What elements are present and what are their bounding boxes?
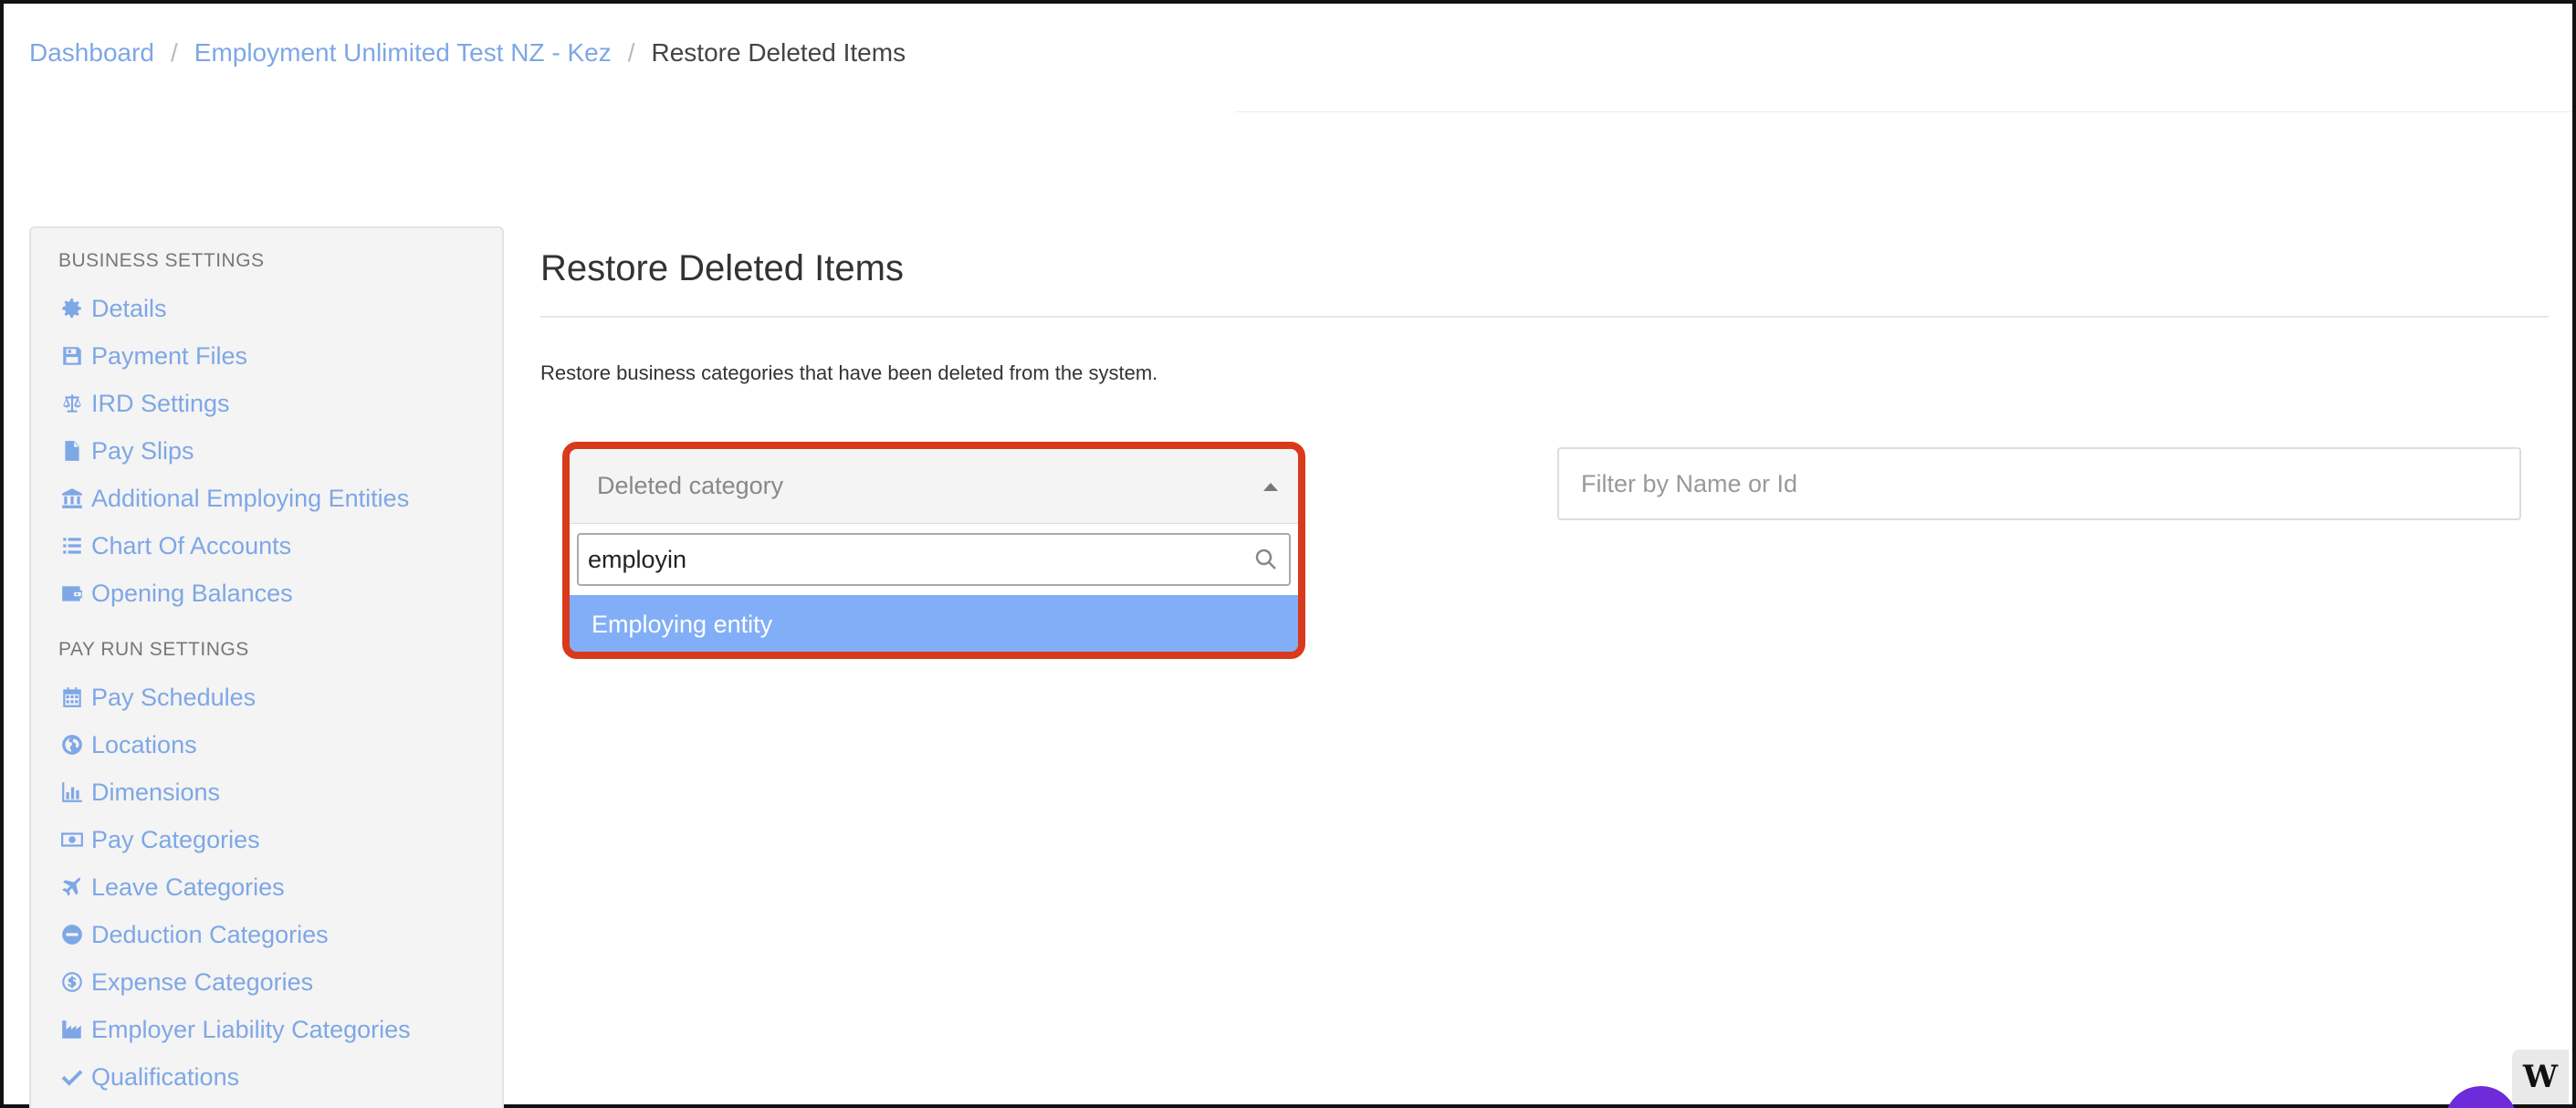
dropdown-search-field (577, 533, 1291, 586)
sidebar-item-label: Pay Categories (91, 825, 260, 853)
balance-scale-icon (58, 390, 86, 417)
sidebar-item-expense-categories[interactable]: Expense Categories (58, 958, 502, 1006)
sidebar-item-label: Opening Balances (91, 579, 293, 607)
minus-circle-icon (58, 921, 86, 948)
sidebar-heading-pay-run: PAY RUN SETTINGS (58, 639, 249, 660)
sidebar-item-pay-schedules[interactable]: Pay Schedules (58, 674, 502, 721)
sidebar-item-qualifications[interactable]: Qualifications (58, 1053, 502, 1101)
globe-icon (58, 731, 86, 758)
breadcrumb-current: Restore Deleted Items (651, 38, 906, 67)
wallet-icon (58, 580, 86, 607)
dollar-circle-icon (58, 968, 86, 996)
sidebar-item-label: Leave Categories (91, 873, 285, 901)
breadcrumb: Dashboard / Employment Unlimited Test NZ… (29, 38, 906, 68)
sidebar-item-ird-settings[interactable]: IRD Settings (58, 380, 502, 427)
header-divider (1234, 111, 2572, 112)
sidebar-item-payment-files[interactable]: Payment Files (58, 332, 502, 380)
deleted-category-dropdown: Deleted category Employing entity (562, 442, 1305, 659)
sidebar-item-label: Payment Files (91, 341, 248, 370)
calendar-icon (58, 684, 86, 711)
sidebar-item-deduction-categories[interactable]: Deduction Categories (58, 911, 502, 958)
gear-icon (58, 295, 86, 322)
settings-sidebar: BUSINESS SETTINGS Details Payment Files … (29, 226, 504, 1108)
list-icon (58, 532, 86, 559)
file-icon (58, 437, 86, 465)
sidebar-item-label: Chart Of Accounts (91, 531, 292, 559)
sidebar-item-label: IRD Settings (91, 389, 230, 417)
sidebar-item-opening-balances[interactable]: Opening Balances (58, 570, 502, 617)
sidebar-item-details[interactable]: Details (58, 285, 502, 332)
sidebar-item-label: Pay Slips (91, 436, 194, 465)
industry-icon (58, 1016, 86, 1043)
page-title: Restore Deleted Items (540, 248, 904, 288)
bar-chart-icon (58, 779, 86, 806)
breadcrumb-dashboard-link[interactable]: Dashboard (29, 38, 154, 68)
breadcrumb-separator: / (627, 38, 635, 67)
floppy-disk-icon (58, 342, 86, 370)
sidebar-item-label: Expense Categories (91, 967, 314, 996)
deleted-category-select[interactable]: Deleted category (570, 449, 1298, 524)
breadcrumb-separator: / (170, 38, 178, 67)
sidebar-item-locations[interactable]: Locations (58, 721, 502, 768)
filter-input[interactable] (1581, 469, 2519, 498)
caret-up-icon (1263, 483, 1278, 491)
sidebar-item-label: Qualifications (91, 1062, 240, 1091)
check-icon (58, 1063, 86, 1091)
sidebar-item-leave-categories[interactable]: Leave Categories (58, 863, 502, 911)
sidebar-item-employer-liability-categories[interactable]: Employer Liability Categories (58, 1006, 502, 1053)
filter-field (1557, 447, 2521, 520)
plane-icon (58, 873, 86, 901)
sidebar-item-chart-of-accounts[interactable]: Chart Of Accounts (58, 522, 502, 570)
sidebar-item-label: Locations (91, 730, 197, 758)
bank-icon (58, 485, 86, 512)
sidebar-item-additional-employing-entities[interactable]: Additional Employing Entities (58, 475, 502, 522)
sidebar-item-label: Dimensions (91, 778, 221, 806)
sidebar-item-pay-categories[interactable]: Pay Categories (58, 816, 502, 863)
sidebar-heading-business: BUSINESS SETTINGS (58, 250, 265, 271)
sidebar-item-pay-slips[interactable]: Pay Slips (58, 427, 502, 475)
sidebar-item-label: Deduction Categories (91, 920, 329, 948)
select-placeholder: Deleted category (597, 472, 784, 499)
sidebar-item-label: Pay Schedules (91, 683, 257, 711)
page-description: Restore business categories that have be… (540, 361, 1158, 384)
search-icon (1252, 546, 1280, 573)
money-icon (58, 826, 86, 853)
sidebar-item-label: Additional Employing Entities (91, 484, 410, 512)
breadcrumb-business-link[interactable]: Employment Unlimited Test NZ - Kez (194, 38, 612, 68)
corner-widget-button[interactable]: W (2512, 1050, 2569, 1104)
dropdown-option-employing-entity[interactable]: Employing entity (570, 595, 1298, 652)
sidebar-item-label: Details (91, 294, 167, 322)
dropdown-search-input[interactable] (579, 537, 1218, 582)
sidebar-item-dimensions[interactable]: Dimensions (58, 768, 502, 816)
sidebar-item-label: Employer Liability Categories (91, 1015, 411, 1043)
title-divider (540, 316, 2549, 318)
